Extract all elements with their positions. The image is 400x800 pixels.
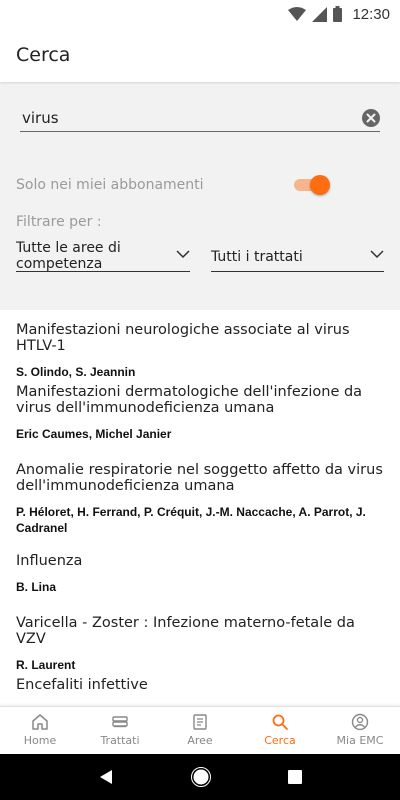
wifi-icon	[288, 6, 307, 21]
battery-icon	[333, 6, 343, 22]
subscription-toggle-label: Solo nei miei abbonamenti	[16, 177, 204, 193]
treatises-dropdown-value: Tutti i trattati	[211, 249, 303, 265]
chevron-down-icon	[370, 250, 384, 259]
document-list-icon	[193, 714, 207, 730]
result-title[interactable]: Influenza	[16, 553, 386, 569]
result-title[interactable]: Anomalie respiratorie nel soggetto affet…	[16, 462, 386, 494]
nav-item-home[interactable]: Home	[0, 707, 80, 754]
status-time: 12:30	[352, 5, 390, 23]
result-item[interactable]: Manifestazioni dermatologiche dell'infez…	[16, 384, 386, 442]
nav-item-aree[interactable]: Aree	[160, 707, 240, 754]
search-icon	[272, 714, 288, 730]
status-bar: 12:30	[0, 0, 400, 28]
chevron-down-icon	[176, 250, 190, 259]
result-authors: S. Olindo, S. Jeannin	[16, 365, 136, 379]
nav-label-mia-emc: Mia EMC	[336, 734, 384, 747]
nav-label-cerca: Cerca	[264, 734, 296, 747]
result-authors: P. Héloret, H. Ferrand, P. Créquit, J.-M…	[16, 505, 366, 535]
nav-item-trattati[interactable]: Trattati	[80, 707, 160, 754]
bottom-nav: Home Trattati Aree Cerca Mia EMC	[0, 706, 400, 754]
areas-dropdown[interactable]: Tutte le aree di competenza	[16, 238, 190, 272]
clear-icon[interactable]	[362, 109, 380, 127]
page-title: Cerca	[16, 44, 71, 66]
cellular-signal-icon	[312, 6, 328, 22]
search-input-value[interactable]: virus	[22, 109, 59, 127]
home-icon	[32, 714, 48, 730]
book-stack-icon	[112, 716, 128, 728]
home-circle-icon[interactable]	[190, 767, 211, 787]
filter-by-label: Filtrare per :	[16, 214, 102, 230]
subscription-toggle-row: Solo nei miei abbonamenti	[16, 174, 384, 196]
areas-dropdown-value: Tutte le aree di competenza	[16, 240, 121, 272]
recent-apps-icon[interactable]	[287, 770, 302, 784]
result-item[interactable]: Varicella - Zoster : Infezione materno-f…	[16, 615, 386, 673]
result-item[interactable]: Manifestazioni neurologiche associate al…	[16, 322, 386, 380]
nav-label-trattati: Trattati	[100, 734, 140, 747]
nav-label-home: Home	[23, 734, 57, 747]
result-title[interactable]: Manifestazioni dermatologiche dell'infez…	[16, 384, 386, 416]
result-item[interactable]: Anomalie respiratorie nel soggetto affet…	[16, 462, 386, 536]
search-input[interactable]: virus	[20, 108, 380, 132]
account-icon	[351, 713, 369, 731]
subscription-toggle[interactable]	[294, 175, 330, 195]
back-icon[interactable]	[98, 769, 114, 785]
result-title[interactable]: Encefaliti infettive	[16, 677, 386, 693]
nav-item-mia-emc[interactable]: Mia EMC	[320, 707, 400, 754]
nav-item-cerca[interactable]: Cerca	[240, 707, 320, 754]
result-item[interactable]: Influenza B. Lina	[16, 553, 386, 595]
filter-panel: virus Solo nei miei abbonamenti Filtrare…	[0, 82, 400, 310]
system-nav-bar	[0, 754, 400, 800]
results-list: Manifestazioni neurologiche associate al…	[0, 310, 400, 706]
nav-label-aree: Aree	[187, 734, 213, 747]
result-authors: R. Laurent	[16, 658, 76, 672]
result-authors: B. Lina	[16, 580, 57, 594]
treatises-dropdown[interactable]: Tutti i trattati	[211, 238, 384, 272]
result-title[interactable]: Manifestazioni neurologiche associate al…	[16, 322, 386, 354]
result-title[interactable]: Varicella - Zoster : Infezione materno-f…	[16, 615, 386, 647]
result-item[interactable]: Encefaliti infettive	[16, 677, 386, 693]
result-authors: Eric Caumes, Michel Janier	[16, 427, 172, 441]
toggle-thumb	[310, 175, 330, 195]
app-bar: Cerca	[0, 28, 400, 82]
